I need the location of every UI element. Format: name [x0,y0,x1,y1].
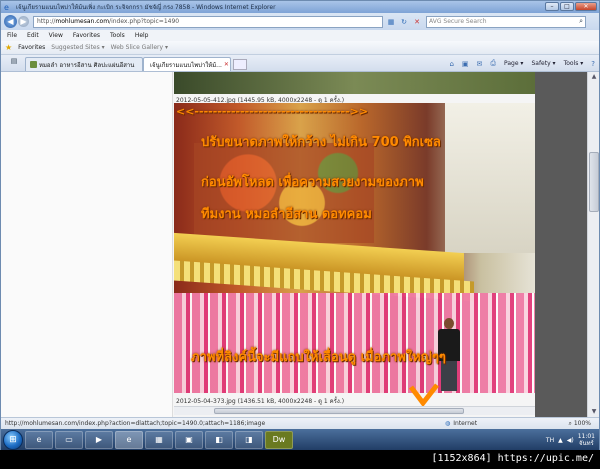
language-indicator[interactable]: TH [546,437,554,444]
watermark-text: [1152x864] https://upic.me/ [431,453,594,464]
favorites-button[interactable]: Favorites [18,44,45,51]
photo-flower-garlands [174,293,535,393]
zoom-level[interactable]: ⌕ 100% [569,420,591,428]
taskbar: ⊞ e ▭ ▶ e ▦ ▣ ◧ ◨ Dw TH ▲ ◀) 11:01 จันทร… [1,429,599,451]
menu-favorites[interactable]: Favorites [73,32,100,39]
favorites-star-icon: ★ [5,43,13,52]
vertical-scroll-thumb[interactable] [589,152,599,212]
start-button[interactable]: ⊞ [3,430,23,450]
zone-label: Internet [453,420,478,427]
down-arrow-icon [409,383,439,407]
taskbar-app2-icon[interactable]: ▣ [175,431,203,449]
mail-icon[interactable]: ✉ [477,60,483,68]
status-bar: http://mohlumesan.com/index.php?action=d… [1,417,599,429]
taskbar-dreamweaver-icon[interactable]: Dw [265,431,293,449]
search-icon[interactable]: ⌕ [579,17,583,26]
menu-help[interactable]: Help [135,32,149,39]
refresh-icon[interactable]: ↻ [399,17,409,27]
tab-mohlumesan[interactable]: หมอลำ อาหารอีสาน ศิลปะแผ่นอีสาน [25,57,143,71]
print-icon[interactable]: ⎙ [490,59,496,68]
horizontal-scrollbar[interactable] [174,406,535,415]
tray-network-icon[interactable]: ▲ [558,437,563,444]
scroll-up-icon[interactable]: ▲ [589,72,599,82]
stop-icon[interactable]: ✕ [412,17,422,27]
tray-volume-icon[interactable]: ◀) [567,437,574,444]
minimize-button[interactable]: – [545,2,559,11]
overlay-text-line3: ทีมงาน หมอลำอีสาน ดอทคอม [201,207,372,222]
tab-close-icon[interactable]: ✕ [224,61,229,68]
browser-window: e เจ้นูเกียรามแนบไพบ่าให้ม้นเพิ่ง กะเบิก… [0,0,600,469]
command-bar: ⌂ ▣ ✉ ⎙ Page ▾ Safety ▾ Tools ▾ ? [449,59,595,68]
help-icon[interactable]: ? [591,60,595,68]
overlay-text-line1: ปรับขนาดภาพให้กว้าง ไม่เกิน 700 พิกเซล [201,135,441,150]
magnifier-icon: ⌕ [568,419,572,427]
feeds-icon[interactable]: ▣ [462,60,469,68]
title-bar: e เจ้นูเกียรามแนบไพบ่าให้ม้นเพิ่ง กะเบิก… [1,1,599,13]
taskbar-explorer-icon[interactable]: ▭ [55,431,83,449]
compat-view-icon[interactable]: ▦ [386,17,396,27]
back-button[interactable]: ◀ [4,15,17,28]
photo-mural [194,143,374,243]
menu-edit[interactable]: Edit [27,32,39,39]
horizontal-scroll-thumb[interactable] [214,408,464,414]
menu-bar: File Edit View Favorites Tools Help [1,30,599,41]
taskbar-app4-icon[interactable]: ◨ [235,431,263,449]
taskbar-ie-icon[interactable]: e [25,431,53,449]
security-zone[interactable]: ◍ Internet [445,420,477,427]
window-title: เจ้นูเกียรามแนบไพบ่าให้ม้นเพิ่ง กะเบิก ร… [16,4,276,11]
previous-image-strip [174,72,535,94]
favorites-bar: ★ Favorites Suggested Sites ▾ Web Slice … [1,41,599,55]
tools-menu[interactable]: Tools ▾ [564,60,584,67]
fav-web-slice-gallery[interactable]: Web Slice Gallery ▾ [111,44,168,51]
menu-view[interactable]: View [49,32,63,39]
window-controls: – □ ✕ [545,2,597,11]
new-tab-button[interactable] [233,59,247,70]
home-icon[interactable]: ⌂ [449,60,453,68]
clock[interactable]: 11:01 จันทร์ [578,433,595,447]
url-domain: mohlumesan.com [55,18,110,25]
tab-label: หมอลำ อาหารอีสาน ศิลปะแผ่นอีสาน [39,61,135,69]
page-menu[interactable]: Page ▾ [504,60,523,67]
address-input[interactable]: http:// mohlumesan.com /index.php?topic=… [33,15,383,28]
taskbar-browser-window-icon[interactable]: e [115,431,143,449]
taskbar-app3-icon[interactable]: ◧ [205,431,233,449]
search-placeholder: AVG Secure Search [429,18,487,25]
overlay-text-line4: ภาพที่ลิงค์นี้จะมีแถบให้เลื่อนดู เมื่อภา… [191,350,446,365]
menu-file[interactable]: File [7,32,17,39]
ie-logo-icon: e [4,2,9,12]
close-button[interactable]: ✕ [575,2,597,11]
safety-menu[interactable]: Safety ▾ [531,60,555,67]
image-caption-bottom[interactable]: 2012-05-04-373.jpg (1436.51 kB, 4000x224… [176,396,344,406]
photo-background [445,103,535,253]
maximize-button[interactable]: □ [560,2,574,11]
left-margin [1,72,173,417]
taskbar-media-icon[interactable]: ▶ [85,431,113,449]
address-row: ◀ ▶ http:// mohlumesan.com /index.php?to… [1,13,599,30]
overlay-arrow-line: <<---------------------------------->> [176,105,369,118]
overlay-text-line2: ก่อนอัพโหลด เพื่อความสวยงามของภาพ [201,175,424,190]
status-url: http://mohlumesan.com/index.php?action=d… [5,420,266,427]
globe-icon: ◍ [445,420,451,427]
menu-tools[interactable]: Tools [110,32,125,39]
watermark-bar: [1152x864] https://upic.me/ [0,450,600,469]
system-tray: TH ▲ ◀) 11:01 จันทร์ [546,433,595,447]
tab-label: เจ้นูเกียรามแนบไพบ่าให้ม้... [150,61,222,69]
quick-tabs-icon[interactable]: ▤ [5,57,23,69]
url-path: /index.php?topic=1490 [109,18,180,25]
taskbar-app-icon[interactable]: ▦ [145,431,173,449]
scroll-down-icon[interactable]: ▼ [589,407,599,417]
site-favicon-icon [30,61,37,68]
forward-button[interactable]: ▶ [18,16,29,27]
tab-topic[interactable]: เจ้นูเกียรามแนบไพบ่าให้ม้... ✕ [143,57,231,71]
search-input[interactable]: AVG Secure Search ⌕ [426,15,586,28]
url-prefix: http:// [37,18,56,25]
fav-suggested-sites[interactable]: Suggested Sites ▾ [51,44,104,51]
address-tools: ▦ ↻ ✕ [386,17,422,27]
right-margin [535,72,587,417]
vertical-scrollbar[interactable]: ▲ ▼ [587,72,599,417]
